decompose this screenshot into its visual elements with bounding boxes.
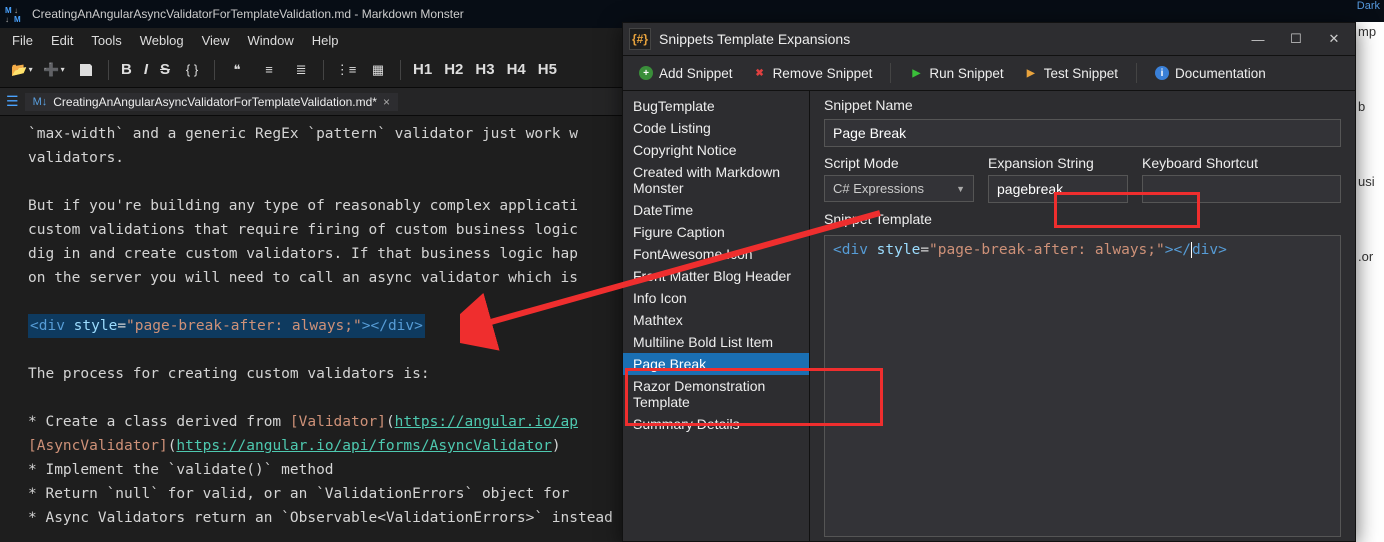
theme-label: Dark	[1357, 0, 1380, 12]
code-line: validators.	[28, 150, 124, 166]
test-snippet-button[interactable]: ▶Test Snippet	[1016, 62, 1126, 85]
svg-text:↓: ↓	[5, 15, 9, 23]
bold-button[interactable]: B	[117, 56, 136, 84]
dialog-title: Snippets Template Expansions	[659, 31, 1235, 47]
selected-code: <div style="page-break-after: always;"><…	[28, 314, 425, 338]
snippet-template-editor[interactable]: <div style="page-break-after: always;"><…	[824, 235, 1341, 537]
list-item[interactable]: Figure Caption	[623, 221, 809, 243]
code-line: * Implement the `validate()` method	[28, 462, 334, 478]
code-line: `max-width` and a generic RegEx `pattern…	[28, 126, 578, 142]
code-line: The process for creating custom validato…	[28, 366, 430, 382]
snippet-list: BugTemplate Code Listing Copyright Notic…	[623, 91, 810, 541]
list-icon[interactable]: ≡	[255, 56, 283, 84]
maximize-icon[interactable]: ☐	[1281, 27, 1311, 51]
h3-button[interactable]: H3	[471, 56, 498, 84]
template-label: Snippet Template	[824, 211, 1341, 227]
code-line: [AsyncValidator](https://angular.io/api/…	[28, 438, 561, 454]
run-snippet-button[interactable]: ▶Run Snippet	[901, 62, 1011, 85]
code-line: custom validations that require firing o…	[28, 222, 578, 238]
svg-text:↓: ↓	[14, 6, 18, 15]
list-item[interactable]: Mathtex	[623, 309, 809, 331]
menu-window[interactable]: Window	[240, 31, 302, 50]
strike-button[interactable]: S	[156, 56, 174, 84]
svg-text:M: M	[5, 6, 12, 15]
code-line: * Return `null` for valid, or an `Valida…	[28, 486, 569, 502]
menu-edit[interactable]: Edit	[43, 31, 81, 50]
dialog-logo-icon: {#}	[629, 28, 651, 50]
snippet-form: Snippet Name Script Mode C# Expressions▼…	[810, 91, 1355, 541]
list-item[interactable]: Copyright Notice	[623, 139, 809, 161]
list-item[interactable]: Info Icon	[623, 287, 809, 309]
table-icon[interactable]: ▦	[364, 56, 392, 84]
list-item[interactable]: Multiline Bold List Item	[623, 331, 809, 353]
bullets-icon[interactable]: ⋮≡	[332, 56, 360, 84]
keyboard-shortcut-input[interactable]	[1142, 175, 1341, 203]
list-item[interactable]: Created with Markdown Monster	[623, 161, 809, 199]
window-title: CreatingAnAngularAsyncValidatorForTempla…	[32, 7, 464, 21]
script-mode-dropdown[interactable]: C# Expressions▼	[824, 175, 974, 202]
add-snippet-button[interactable]: +Add Snippet	[631, 62, 741, 85]
tab-title: CreatingAnAngularAsyncValidatorForTempla…	[53, 95, 377, 109]
save-icon[interactable]	[72, 56, 100, 84]
close-icon[interactable]: ×	[383, 95, 390, 109]
numlist-icon[interactable]: ≣	[287, 56, 315, 84]
list-item[interactable]: FontAwesome Icon	[623, 243, 809, 265]
h2-button[interactable]: H2	[440, 56, 467, 84]
h5-button[interactable]: H5	[534, 56, 561, 84]
menu-file[interactable]: File	[4, 31, 41, 50]
documentation-button[interactable]: iDocumentation	[1147, 62, 1274, 85]
list-item[interactable]: Front Matter Blog Header	[623, 265, 809, 287]
list-item[interactable]: Summary Details	[623, 413, 809, 435]
dialog-toolbar: +Add Snippet ✖Remove Snippet ▶Run Snippe…	[623, 55, 1355, 91]
mode-label: Script Mode	[824, 155, 974, 171]
list-item[interactable]: Code Listing	[623, 117, 809, 139]
document-tab[interactable]: M↓ CreatingAnAngularAsyncValidatorForTem…	[25, 93, 398, 111]
list-item[interactable]: BugTemplate	[623, 95, 809, 117]
new-icon[interactable]: ➕▾	[40, 56, 68, 84]
menu-help[interactable]: Help	[304, 31, 347, 50]
minimize-icon[interactable]: —	[1243, 27, 1273, 51]
code-line: But if you're building any type of reaso…	[28, 198, 578, 214]
markdown-icon: M↓	[33, 96, 48, 108]
quote-icon[interactable]: ❝	[223, 56, 251, 84]
menu-weblog[interactable]: Weblog	[132, 31, 192, 50]
close-icon[interactable]: ✕	[1319, 27, 1349, 51]
list-item[interactable]: DateTime	[623, 199, 809, 221]
dialog-titlebar[interactable]: {#} Snippets Template Expansions — ☐ ✕	[623, 23, 1355, 55]
app-logo: M↓↓M	[4, 4, 24, 24]
remove-snippet-button[interactable]: ✖Remove Snippet	[745, 62, 881, 85]
code-line: dig in and create custom validators. If …	[28, 246, 578, 262]
shortcut-label: Keyboard Shortcut	[1142, 155, 1341, 171]
menu-tools[interactable]: Tools	[83, 31, 129, 50]
code-line: * Async Validators return an `Observable…	[28, 510, 613, 526]
code-icon[interactable]: { }	[178, 56, 206, 84]
open-icon[interactable]: 📂▾	[8, 56, 36, 84]
svg-text:M: M	[14, 15, 21, 23]
chevron-down-icon: ▼	[956, 184, 965, 194]
hamburger-icon[interactable]: ☰	[6, 93, 19, 110]
expansion-string-input[interactable]	[988, 175, 1128, 203]
name-label: Snippet Name	[824, 97, 1341, 113]
list-item-selected[interactable]: Page Break	[623, 353, 809, 375]
snippets-dialog: {#} Snippets Template Expansions — ☐ ✕ +…	[622, 22, 1356, 542]
list-item[interactable]: Razor Demonstration Template	[623, 375, 809, 413]
italic-button[interactable]: I	[140, 56, 152, 84]
code-line: on the server you will need to call an a…	[28, 270, 578, 286]
h1-button[interactable]: H1	[409, 56, 436, 84]
snippet-name-input[interactable]	[824, 119, 1341, 147]
menu-view[interactable]: View	[194, 31, 238, 50]
expansion-label: Expansion String	[988, 155, 1128, 171]
h4-button[interactable]: H4	[503, 56, 530, 84]
code-line: * Create a class derived from [Validator…	[28, 414, 578, 430]
background-page: mpbusi.or	[1356, 22, 1384, 542]
